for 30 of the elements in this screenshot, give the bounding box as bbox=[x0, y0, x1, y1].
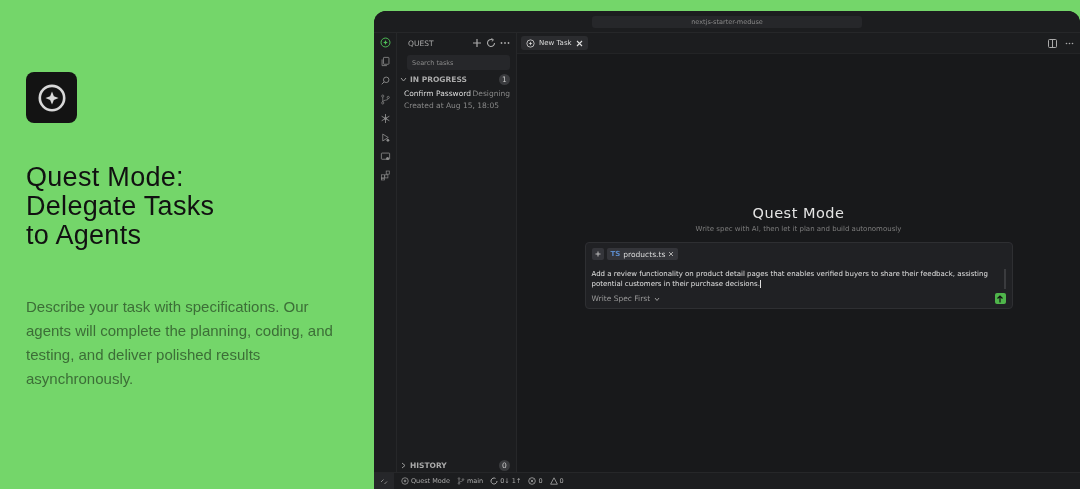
compass-icon bbox=[526, 38, 535, 48]
compass-icon bbox=[401, 477, 409, 485]
files-icon[interactable] bbox=[379, 56, 391, 67]
arrow-up-icon bbox=[996, 294, 1004, 303]
snowflake-icon[interactable] bbox=[379, 113, 391, 124]
extensions-icon[interactable] bbox=[379, 170, 391, 181]
error-icon bbox=[528, 477, 537, 485]
compass-icon bbox=[36, 82, 67, 113]
close-icon[interactable] bbox=[668, 251, 675, 257]
chevron-icon[interactable] bbox=[400, 461, 407, 469]
run-icon[interactable] bbox=[379, 132, 391, 143]
search-icon[interactable] bbox=[379, 75, 391, 86]
branch-icon bbox=[456, 477, 465, 485]
compass-icon[interactable] bbox=[379, 37, 391, 48]
add-button[interactable] bbox=[591, 248, 604, 260]
plus-icon[interactable] bbox=[472, 38, 482, 48]
branch-icon[interactable] bbox=[379, 94, 391, 105]
hero-title: Quest Mode: Delegate Tasks to Agents bbox=[26, 163, 216, 250]
chevron-icon[interactable] bbox=[400, 75, 407, 83]
chevron-icon bbox=[654, 295, 661, 302]
send-button[interactable] bbox=[994, 293, 1006, 304]
warning-icon bbox=[549, 477, 558, 485]
hero-description: Describe your task with specifications. Our agents will complete the planning, coding, and testing, and deliver polished results asynchronously. bbox=[26, 297, 334, 389]
split-icon[interactable] bbox=[1048, 38, 1057, 48]
sync-icon bbox=[490, 477, 499, 485]
plus-icon bbox=[594, 251, 601, 257]
remote-icon bbox=[380, 477, 388, 485]
quest-title: Quest Mode bbox=[752, 205, 845, 221]
refresh-icon[interactable] bbox=[486, 38, 496, 48]
monitor-icon[interactable] bbox=[379, 151, 391, 162]
